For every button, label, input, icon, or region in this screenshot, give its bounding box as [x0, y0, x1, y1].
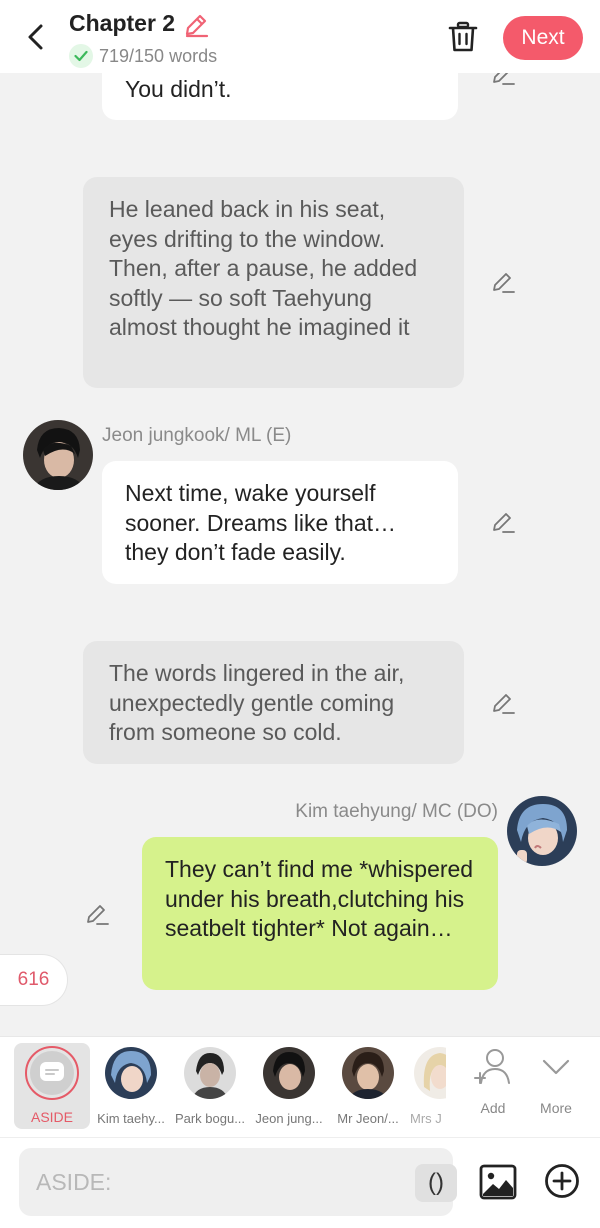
message-input-container: ()	[19, 1148, 457, 1216]
narration-bubble[interactable]: He leaned back in his seat, eyes driftin…	[83, 177, 464, 388]
plus-circle-icon	[545, 1164, 579, 1198]
word-count: 719/150 words	[69, 44, 217, 68]
speaker-name: Kim taehyung/ MC (DO)	[295, 801, 498, 822]
character-avatar	[105, 1047, 157, 1099]
add-character-button[interactable]: Add	[462, 1047, 524, 1116]
trash-icon	[448, 21, 478, 52]
character-avatar	[414, 1047, 446, 1099]
edit-icon[interactable]	[490, 73, 516, 87]
word-count-text: 719/150 words	[99, 45, 218, 66]
speech-bubble[interactable]: Next time, wake yourself sooner. Dreams …	[102, 461, 458, 584]
aside-button[interactable]: ASIDE	[14, 1043, 90, 1129]
speech-bubble[interactable]: You didn’t.	[102, 73, 458, 120]
chat-area[interactable]: You didn’t. He leaned back in his seat, …	[0, 73, 600, 1036]
character-mr-jeon[interactable]: Mr Jeon/...	[329, 1043, 407, 1126]
top-bar: Chapter 2 719/150 words Next	[0, 0, 600, 73]
avatar-jungkook[interactable]	[23, 420, 93, 490]
edit-icon[interactable]	[490, 509, 516, 535]
speech-bubble[interactable]: They can’t find me *whispered under his …	[142, 837, 498, 990]
input-bar: ()	[0, 1137, 600, 1228]
chevron-left-icon	[28, 24, 43, 50]
message-input[interactable]	[36, 1162, 396, 1202]
edit-title-icon[interactable]	[183, 12, 209, 38]
image-icon	[479, 1164, 517, 1200]
aside-chat-icon	[40, 1062, 64, 1081]
next-button[interactable]: Next	[503, 16, 583, 60]
add-more-button[interactable]	[543, 1162, 581, 1200]
more-button[interactable]: More	[525, 1047, 587, 1116]
character-name: Kim taehy...	[97, 1111, 165, 1126]
aside-label: ASIDE	[30, 1109, 73, 1125]
add-label: Add	[480, 1100, 506, 1116]
parentheses-button[interactable]: ()	[415, 1164, 457, 1202]
character-name: Mrs J	[410, 1111, 442, 1126]
chapter-title[interactable]: Chapter 2	[69, 10, 175, 37]
add-user-icon	[474, 1049, 510, 1084]
aside-selected-ring	[25, 1046, 79, 1100]
message-text: Next time, wake yourself sooner. Dreams …	[125, 480, 397, 565]
message-text: They can’t find me *whispered under his …	[165, 856, 474, 941]
check-icon	[69, 44, 93, 68]
character-avatar	[184, 1047, 236, 1099]
edit-icon[interactable]	[84, 901, 110, 927]
more-label: More	[540, 1100, 572, 1116]
character-name: Park bogu...	[174, 1111, 246, 1126]
message-text: The words lingered in the air, unexpecte…	[109, 660, 405, 745]
message-counter[interactable]: 616	[0, 954, 68, 1006]
character-name: Jeon jung...	[255, 1111, 323, 1126]
message-text: You didn’t.	[125, 76, 232, 102]
character-bar: ASIDE Kim taehy... Park bogu... Jeon jun…	[0, 1036, 600, 1137]
character-jeon-jungkook[interactable]: Jeon jung...	[250, 1043, 328, 1126]
insert-image-button[interactable]	[478, 1162, 518, 1202]
avatar-taehyung[interactable]	[507, 796, 577, 866]
edit-icon[interactable]	[490, 690, 516, 716]
speaker-name: Jeon jungkook/ ML (E)	[102, 425, 292, 446]
narration-bubble[interactable]: The words lingered in the air, unexpecte…	[83, 641, 464, 764]
message-text: He leaned back in his seat, eyes driftin…	[109, 196, 418, 340]
character-mrs-j[interactable]: Mrs J	[408, 1043, 446, 1126]
character-name: Mr Jeon/...	[337, 1111, 399, 1126]
character-avatar	[342, 1047, 394, 1099]
back-button[interactable]	[20, 20, 50, 54]
character-avatar	[263, 1047, 315, 1099]
character-kim-taehyung[interactable]: Kim taehy...	[92, 1043, 170, 1126]
aside-circle	[30, 1051, 74, 1095]
edit-icon[interactable]	[490, 269, 516, 295]
delete-button[interactable]	[447, 20, 479, 54]
chevron-down-icon	[542, 1059, 570, 1075]
character-park-bogum[interactable]: Park bogu...	[171, 1043, 249, 1126]
